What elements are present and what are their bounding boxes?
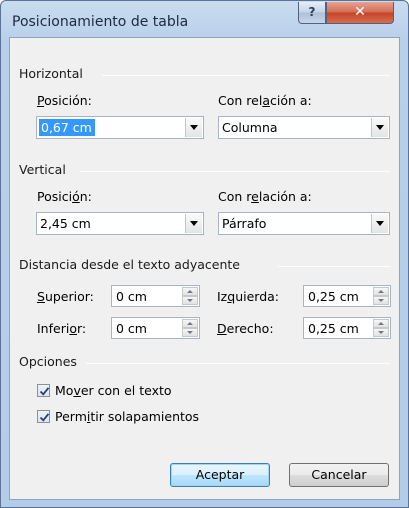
distance-left-label: Izquierda: <box>217 289 279 304</box>
chevron-down-icon[interactable] <box>371 214 388 233</box>
vertical-section-label: Vertical <box>19 162 66 177</box>
spinner-buttons <box>373 319 389 337</box>
distance-top-spinner[interactable]: 0 cm <box>111 285 200 307</box>
spin-up-icon[interactable] <box>373 319 389 328</box>
allow-overlap-label[interactable]: Permitir solapamientos <box>55 409 199 424</box>
horizontal-relative-value: Columna <box>222 120 278 135</box>
dialog-window: Posicionamiento de tabla ? ✕ Horizontal … <box>0 0 409 508</box>
distance-bottom-label: Inferior: <box>37 321 87 336</box>
spin-down-icon[interactable] <box>373 296 389 305</box>
close-icon: ✕ <box>354 4 366 20</box>
allow-overlap-checkbox[interactable] <box>37 410 50 423</box>
horizontal-section-label: Horizontal <box>19 66 83 81</box>
horizontal-position-label: Posición: <box>37 93 92 108</box>
distance-right-spinner[interactable]: 0,25 cm <box>303 317 391 339</box>
ok-button[interactable]: Aceptar <box>170 463 270 487</box>
horizontal-position-value: 0,67 cm <box>39 119 95 136</box>
spin-down-icon[interactable] <box>182 328 198 337</box>
spin-up-icon[interactable] <box>182 319 198 328</box>
checkmark-icon <box>39 413 50 422</box>
vertical-divider <box>80 171 390 172</box>
options-section-label: Opciones <box>19 354 77 369</box>
vertical-relative-label: Con relación a: <box>218 189 312 204</box>
distance-left-value: 0,25 cm <box>308 289 359 304</box>
cancel-button[interactable]: Cancelar <box>289 463 389 487</box>
chevron-down-icon[interactable] <box>371 118 388 137</box>
distance-top-value: 0 cm <box>116 289 147 304</box>
vertical-position-label: Posición: <box>37 189 92 204</box>
vertical-position-combo[interactable]: 2,45 cm <box>36 212 204 235</box>
spin-up-icon[interactable] <box>373 287 389 296</box>
title-bar: Posicionamiento de tabla ? ✕ <box>1 1 408 37</box>
dialog-title: Posicionamiento de tabla <box>12 14 189 30</box>
dialog-body: Horizontal Posición: 0,67 cm Con relació… <box>9 37 400 500</box>
distance-divider <box>278 266 390 267</box>
spin-down-icon[interactable] <box>373 328 389 337</box>
distance-bottom-value: 0 cm <box>116 321 147 336</box>
distance-right-label: Derecho: <box>217 321 274 336</box>
vertical-relative-value: Párrafo <box>222 216 267 231</box>
vertical-position-value: 2,45 cm <box>40 216 91 231</box>
spinner-buttons <box>182 287 198 305</box>
horizontal-relative-combo[interactable]: Columna <box>218 116 390 139</box>
vertical-relative-combo[interactable]: Párrafo <box>218 212 390 235</box>
options-divider <box>86 363 390 364</box>
move-with-text-label[interactable]: Mover con el texto <box>55 383 172 398</box>
distance-top-label: Superior: <box>37 289 94 304</box>
horizontal-relative-label: Con relación a: <box>218 93 312 108</box>
distance-section-label: Distancia desde el texto adyacente <box>19 257 240 272</box>
spinner-buttons <box>373 287 389 305</box>
spin-down-icon[interactable] <box>182 296 198 305</box>
spin-up-icon[interactable] <box>182 287 198 296</box>
spinner-buttons <box>182 319 198 337</box>
move-with-text-checkbox[interactable] <box>37 384 50 397</box>
distance-right-value: 0,25 cm <box>308 321 359 336</box>
horizontal-divider <box>102 75 390 76</box>
help-button[interactable]: ? <box>298 2 326 24</box>
horizontal-position-combo[interactable]: 0,67 cm <box>36 116 204 139</box>
checkmark-icon <box>39 387 50 396</box>
distance-bottom-spinner[interactable]: 0 cm <box>111 317 200 339</box>
help-icon: ? <box>308 5 316 19</box>
close-button[interactable]: ✕ <box>326 2 394 24</box>
chevron-down-icon[interactable] <box>185 118 202 137</box>
chevron-down-icon[interactable] <box>185 214 202 233</box>
distance-left-spinner[interactable]: 0,25 cm <box>303 285 391 307</box>
